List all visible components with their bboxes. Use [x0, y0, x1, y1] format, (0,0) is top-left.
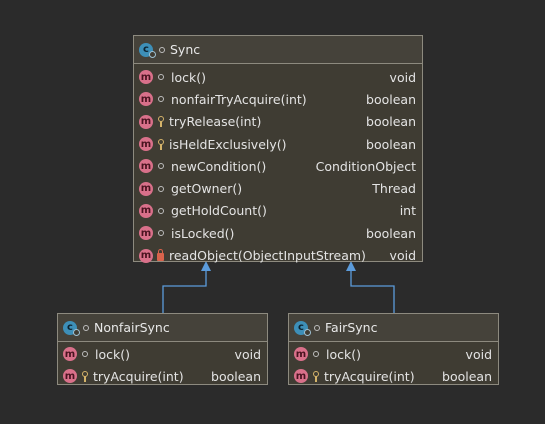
- member-type: void: [389, 69, 416, 85]
- method-icon: m: [139, 203, 153, 218]
- package-visibility-icon: [313, 351, 319, 358]
- package-visibility-icon: [158, 163, 164, 170]
- class-icon: c: [294, 320, 311, 336]
- member-row[interactable]: m isLocked() boolean: [134, 222, 422, 244]
- package-visibility-icon: [158, 74, 164, 81]
- member-name: tryAcquire(int): [324, 368, 415, 384]
- class-box-nonfairsync[interactable]: c NonfairSync m lock() void m tryAcquire…: [57, 313, 268, 385]
- member-type: boolean: [366, 114, 416, 130]
- member-name: tryAcquire(int): [93, 368, 184, 384]
- method-icon: m: [63, 347, 77, 362]
- member-type: void: [465, 346, 492, 362]
- member-name: lock(): [95, 346, 130, 362]
- member-row[interactable]: m getHoldCount() int: [134, 200, 422, 222]
- member-type: void: [389, 248, 416, 264]
- class-header: c FairSync: [289, 314, 498, 342]
- private-lock-icon: [157, 248, 164, 261]
- class-icon: c: [63, 320, 80, 336]
- member-name: newCondition(): [171, 158, 267, 174]
- member-type: boolean: [211, 368, 261, 384]
- member-type: Thread: [372, 181, 416, 197]
- class-header: c Sync: [134, 36, 422, 64]
- member-row[interactable]: m tryRelease(int) boolean: [134, 111, 422, 133]
- package-visibility-icon: [158, 96, 164, 103]
- member-row[interactable]: m isHeldExclusively() boolean: [134, 133, 422, 155]
- member-row[interactable]: m lock() void: [58, 343, 267, 365]
- member-name: getOwner(): [171, 181, 243, 197]
- member-row[interactable]: m getOwner() Thread: [134, 177, 422, 199]
- method-icon: m: [139, 70, 153, 85]
- member-type: boolean: [366, 225, 416, 241]
- package-visibility-icon: [158, 230, 164, 237]
- member-row[interactable]: m tryAcquire(int) boolean: [289, 365, 498, 387]
- protected-key-icon: [312, 371, 320, 382]
- class-title: FairSync: [325, 320, 378, 335]
- method-icon: m: [139, 226, 153, 241]
- member-name: lock(): [171, 69, 206, 85]
- package-visibility-icon: [158, 185, 164, 192]
- member-row[interactable]: m lock() void: [289, 343, 498, 365]
- method-icon: m: [139, 114, 153, 129]
- member-name: isLocked(): [171, 225, 235, 241]
- member-name: isHeldExclusively(): [169, 136, 287, 152]
- member-name: lock(): [326, 346, 361, 362]
- class-header: c NonfairSync: [58, 314, 267, 342]
- package-visibility-icon: [82, 351, 88, 358]
- class-box-fairsync[interactable]: c FairSync m lock() void m tryAcquire(in…: [288, 313, 499, 385]
- protected-key-icon: [157, 116, 165, 128]
- member-type: int: [399, 203, 416, 219]
- member-name: getHoldCount(): [171, 203, 267, 219]
- member-row[interactable]: m readObject(ObjectInputStream) void: [134, 244, 422, 266]
- protected-key-icon: [81, 371, 89, 382]
- method-icon: m: [139, 92, 153, 107]
- member-row[interactable]: m tryAcquire(int) boolean: [58, 365, 267, 387]
- package-visibility-icon: [314, 324, 320, 331]
- link-nonfair-to-sync: [162, 261, 211, 313]
- member-type: boolean: [366, 136, 416, 152]
- method-icon: m: [294, 347, 308, 362]
- member-type: boolean: [366, 91, 416, 107]
- member-name: nonfairTryAcquire(int): [171, 91, 307, 107]
- package-visibility-icon: [159, 46, 165, 53]
- method-icon: m: [139, 248, 153, 263]
- member-row[interactable]: m lock() void: [134, 66, 422, 88]
- member-row[interactable]: m newCondition() ConditionObject: [134, 155, 422, 177]
- method-icon: m: [63, 369, 77, 384]
- member-type: ConditionObject: [315, 158, 416, 174]
- method-icon: m: [139, 159, 153, 174]
- member-type: void: [234, 346, 261, 362]
- class-title: Sync: [170, 42, 201, 57]
- class-box-sync[interactable]: c Sync m lock() void m nonfairTryAcquire…: [133, 35, 423, 263]
- member-name: readObject(ObjectInputStream): [169, 248, 366, 264]
- package-visibility-icon: [83, 324, 89, 331]
- class-icon: c: [139, 42, 156, 58]
- member-type: boolean: [442, 368, 492, 384]
- package-visibility-icon: [158, 207, 164, 214]
- method-icon: m: [139, 181, 153, 196]
- protected-key-icon: [157, 139, 165, 150]
- member-name: tryRelease(int): [169, 114, 262, 130]
- method-icon: m: [294, 369, 308, 384]
- member-row[interactable]: m nonfairTryAcquire(int) boolean: [134, 88, 422, 110]
- method-icon: m: [139, 137, 153, 152]
- link-fair-to-sync: [346, 261, 395, 313]
- class-title: NonfairSync: [94, 320, 170, 335]
